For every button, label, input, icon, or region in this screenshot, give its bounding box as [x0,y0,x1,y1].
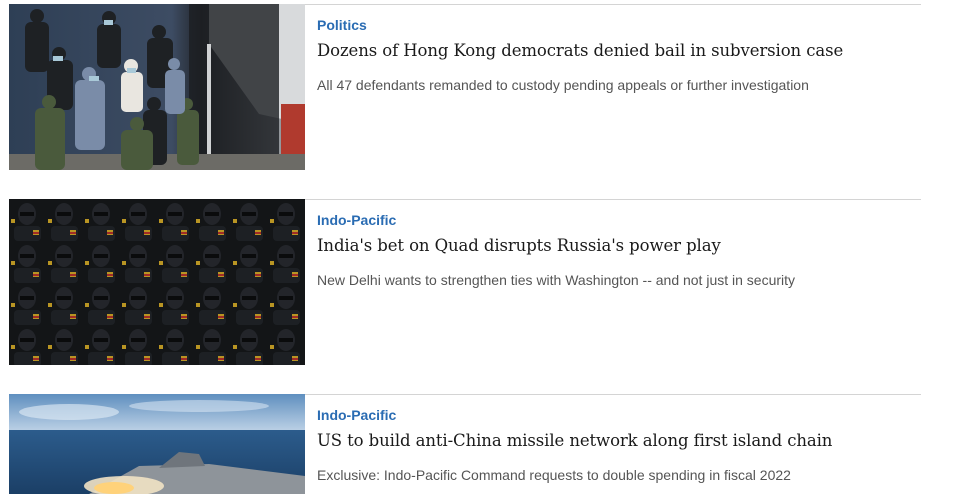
article-card: Indo-Pacific US to build anti-China miss… [9,394,921,500]
article-headline[interactable]: US to build anti-China missile network a… [317,431,832,450]
article-headline[interactable]: India's bet on Quad disrupts Russia's po… [317,236,721,255]
article-thumbnail[interactable] [9,4,305,170]
divider [305,4,921,5]
article-card: Indo-Pacific India's bet on Quad disrupt… [9,199,921,371]
article-summary: All 47 defendants remanded to custody pe… [317,77,809,93]
article-category[interactable]: Politics [317,17,367,33]
article-category[interactable]: Indo-Pacific [317,212,396,228]
divider [305,199,921,200]
photo-icon [9,4,305,170]
article-card: Politics Dozens of Hong Kong democrats d… [9,4,921,176]
article-headline[interactable]: Dozens of Hong Kong democrats denied bai… [317,41,843,60]
photo-icon [9,199,305,365]
article-category[interactable]: Indo-Pacific [317,407,396,423]
divider [305,394,921,395]
photo-icon [9,394,305,494]
news-feed: Politics Dozens of Hong Kong democrats d… [0,0,954,500]
article-thumbnail[interactable] [9,199,305,365]
article-thumbnail[interactable] [9,394,305,494]
article-summary: New Delhi wants to strengthen ties with … [317,272,796,288]
article-summary: Exclusive: Indo-Pacific Command requests… [317,467,791,483]
